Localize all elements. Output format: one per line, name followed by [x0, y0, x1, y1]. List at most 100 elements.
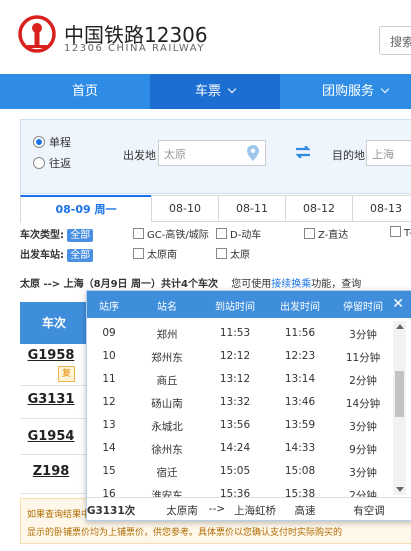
stop-seq: 10	[102, 350, 116, 362]
stop-arrive: 12:12	[219, 350, 251, 362]
stop-station: 宿迁	[156, 467, 178, 479]
stop-arrive: 13:12	[219, 373, 251, 385]
footer-to: 上海虹桥	[234, 505, 276, 517]
checkbox[interactable]	[216, 248, 227, 259]
transfer-link[interactable]: 接续换乘	[271, 279, 311, 290]
all-types-tag[interactable]: 全部	[67, 229, 94, 242]
swap-icon[interactable]	[295, 146, 311, 158]
checkbox[interactable]	[304, 228, 315, 239]
stop-station: 砀山南	[151, 398, 183, 410]
footer-arrow: -->	[208, 503, 226, 515]
stop-arrive: 15:05	[219, 465, 251, 477]
stop-depart: 11:56	[284, 327, 316, 339]
stop-station: 徐州东	[151, 444, 183, 456]
to-label: 目的地	[332, 149, 365, 162]
checkbox[interactable]	[216, 228, 227, 239]
fu-badge: 复	[58, 366, 75, 382]
type-option[interactable]: D-动车	[216, 226, 261, 241]
stop-arrive: 11:53	[219, 327, 251, 339]
date-tabs: 08-09 周一 08-10 08-11 08-12 08-13	[20, 195, 411, 223]
type-option[interactable]: GC-高铁/城际	[133, 226, 209, 241]
station-option[interactable]: 太原	[216, 246, 250, 261]
round-trip-label: 往返	[49, 157, 71, 170]
main-nav: 首页 车票 团购服务	[0, 74, 411, 109]
footer-train: G3131次	[86, 505, 136, 517]
result-summary: 太原 --> 上海（8月9日 周一）共计4个车次 您可使用接续换乘功能，查询	[20, 279, 362, 290]
stop-seq: 11	[102, 373, 116, 385]
chevron-down-icon	[227, 84, 237, 94]
site-search-input[interactable]: 搜索	[379, 26, 411, 55]
stop-depart: 13:14	[284, 373, 316, 385]
from-label: 出发地	[123, 149, 156, 162]
nav-home[interactable]: 首页	[20, 74, 150, 109]
stop-stay: 11分钟	[345, 352, 381, 364]
stops-popup: 站序 站名 到站时间 出发时间 停留时间 ✕ 09 郑州 11:53 11:56 3分钟…	[86, 290, 411, 521]
date-tab[interactable]: 08-12	[285, 195, 353, 222]
nav-group-service[interactable]: 团购服务	[290, 74, 411, 109]
from-station-input[interactable]: 太原	[158, 140, 266, 166]
stops-popup-header: 站序 站名 到站时间 出发时间 停留时间 ✕	[87, 291, 411, 318]
stop-station: 郑州	[156, 329, 178, 341]
station-filter: 出发车站: 全部	[20, 246, 94, 262]
type-option[interactable]: Z-直达	[304, 226, 348, 241]
stop-depart: 12:23	[284, 350, 316, 362]
nav-tickets[interactable]: 车票	[150, 74, 280, 109]
train-number-link[interactable]: Z198	[20, 464, 82, 479]
date-tab[interactable]: 08-13	[352, 195, 411, 222]
to-station-input[interactable]: 上海	[366, 140, 411, 166]
stop-stay: 3分钟	[349, 329, 377, 341]
stop-arrive: 14:24	[219, 442, 251, 454]
col-depart: 出发时间	[280, 302, 320, 313]
col-arrive: 到站时间	[215, 302, 255, 313]
stop-depart: 15:08	[284, 465, 316, 477]
radio-single-trip[interactable]	[33, 136, 45, 148]
checkbox[interactable]	[133, 228, 144, 239]
train-number-link[interactable]: G3131	[20, 392, 82, 407]
location-pin-icon[interactable]	[247, 145, 259, 161]
chevron-down-icon	[380, 84, 390, 94]
type-option[interactable]: T-	[390, 226, 411, 239]
train-count: 4	[181, 279, 189, 290]
footer-type: 高速	[294, 505, 316, 517]
stop-seq: 14	[102, 442, 116, 454]
stop-arrive: 13:32	[219, 396, 251, 408]
stop-stay: 9分钟	[349, 444, 377, 456]
checkbox[interactable]	[390, 226, 401, 237]
train-number-header: 车次	[41, 316, 66, 330]
train-number-link[interactable]: G1954	[20, 429, 82, 444]
route-text: 太原 --> 上海（8月9日 周一）共计	[20, 279, 182, 290]
station-filter-label: 出发车站:	[20, 250, 64, 261]
stops-popup-footer: G3131次 太原南 --> 上海虹桥 高速 有空调	[87, 497, 411, 520]
scroll-down-icon[interactable]	[396, 487, 404, 492]
stop-stay: 3分钟	[349, 421, 377, 433]
date-tab[interactable]: 08-11	[218, 195, 286, 222]
stop-depart: 13:46	[284, 396, 316, 408]
stop-station: 郑州东	[151, 352, 183, 364]
popup-scrollbar[interactable]	[393, 321, 406, 495]
stop-seq: 09	[102, 327, 116, 339]
footer-ac: 有空调	[353, 505, 385, 517]
scroll-up-icon[interactable]	[396, 324, 404, 329]
footer-from: 太原南	[166, 505, 198, 517]
train-type-label: 车次类型:	[20, 230, 64, 241]
all-stations-tag[interactable]: 全部	[67, 249, 94, 262]
brand-english: 12306 CHINA RAILWAY	[64, 43, 205, 54]
date-tab[interactable]: 08-10	[151, 195, 219, 222]
station-option[interactable]: 太原南	[133, 246, 177, 261]
stop-seq: 13	[102, 419, 116, 431]
train-number-link[interactable]: G1958	[20, 348, 82, 363]
stop-station: 永城北	[151, 421, 183, 433]
radio-round-trip[interactable]	[33, 157, 45, 169]
stop-depart: 14:33	[284, 442, 316, 454]
col-station: 站名	[157, 302, 177, 313]
close-icon[interactable]: ✕	[392, 296, 404, 312]
checkbox[interactable]	[133, 248, 144, 259]
stop-seq: 12	[102, 396, 116, 408]
stop-seq: 15	[102, 465, 116, 477]
stop-station: 商丘	[156, 375, 178, 387]
date-tab[interactable]: 08-09 周一	[20, 195, 152, 223]
scroll-thumb[interactable]	[395, 371, 404, 417]
search-placeholder: 搜索	[390, 35, 411, 49]
stop-stay: 2分钟	[349, 375, 377, 387]
search-panel: 单程 往返 出发地 太原 目的地 上海	[20, 119, 411, 194]
